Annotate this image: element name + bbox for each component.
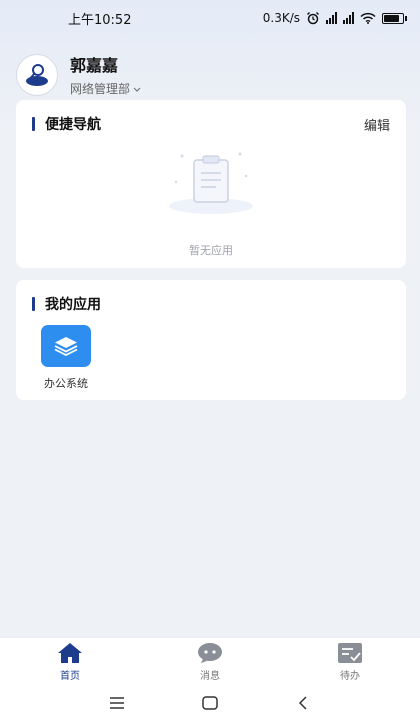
title-accent-bar <box>32 297 35 311</box>
tab-messages[interactable]: 消息 <box>170 642 250 682</box>
empty-state: 暂无应用 <box>16 134 406 258</box>
chevron-down-icon <box>133 87 141 92</box>
tab-messages-label: 消息 <box>200 670 220 682</box>
menu-icon <box>109 696 124 709</box>
user-name: 郭嘉嘉 <box>70 56 119 75</box>
layers-icon[interactable] <box>41 325 91 367</box>
system-nav-bar <box>0 685 420 720</box>
quick-nav-title-text: 便捷导航 <box>45 117 101 133</box>
network-speed: 0.3K/s <box>262 11 300 25</box>
back-button[interactable] <box>288 688 318 718</box>
user-profile[interactable]: 郭嘉嘉 网络管理部 <box>16 52 142 97</box>
department-selector[interactable]: 网络管理部 <box>70 80 142 97</box>
chat-icon <box>198 642 222 663</box>
signal-icon-2 <box>343 12 354 24</box>
tab-home-label: 首页 <box>60 670 80 682</box>
todo-icon <box>338 642 362 663</box>
signal-icon-1 <box>326 12 337 24</box>
home-icon <box>58 642 82 663</box>
my-apps-title-text: 我的应用 <box>45 297 101 313</box>
battery-icon <box>382 12 407 24</box>
quick-nav-card: 便捷导航 编辑 暂无应用 <box>16 100 406 268</box>
back-icon <box>299 695 307 710</box>
menu-button[interactable] <box>102 688 132 718</box>
status-icons: 0.3K/s <box>262 11 407 25</box>
my-apps-title: 我的应用 <box>32 294 101 314</box>
edit-button[interactable]: 编辑 <box>364 115 390 134</box>
app-label: 办公系统 <box>44 377 88 390</box>
tab-home[interactable]: 首页 <box>30 642 110 682</box>
title-accent-bar <box>32 117 35 131</box>
status-bar: 上午10:52 0.3K/s <box>0 0 420 36</box>
empty-state-text: 暂无应用 <box>189 244 233 257</box>
department-label: 网络管理部 <box>70 82 131 96</box>
wifi-icon <box>360 12 376 24</box>
tab-todo-label: 待办 <box>340 670 360 682</box>
my-apps-card: 我的应用 办公系统 <box>16 280 406 400</box>
avatar[interactable] <box>16 53 58 96</box>
tab-todo[interactable]: 待办 <box>310 642 390 682</box>
square-icon <box>202 695 218 710</box>
alarm-icon <box>307 12 319 25</box>
avatar-figure-icon <box>26 63 48 86</box>
status-time: 上午10:52 <box>68 12 132 28</box>
home-button[interactable] <box>195 688 225 718</box>
quick-nav-title: 便捷导航 <box>32 114 101 134</box>
app-office-system[interactable]: 办公系统 <box>38 325 94 391</box>
bottom-tab-bar: 首页 消息 待办 <box>0 637 420 685</box>
empty-clipboard-icon <box>169 152 253 214</box>
